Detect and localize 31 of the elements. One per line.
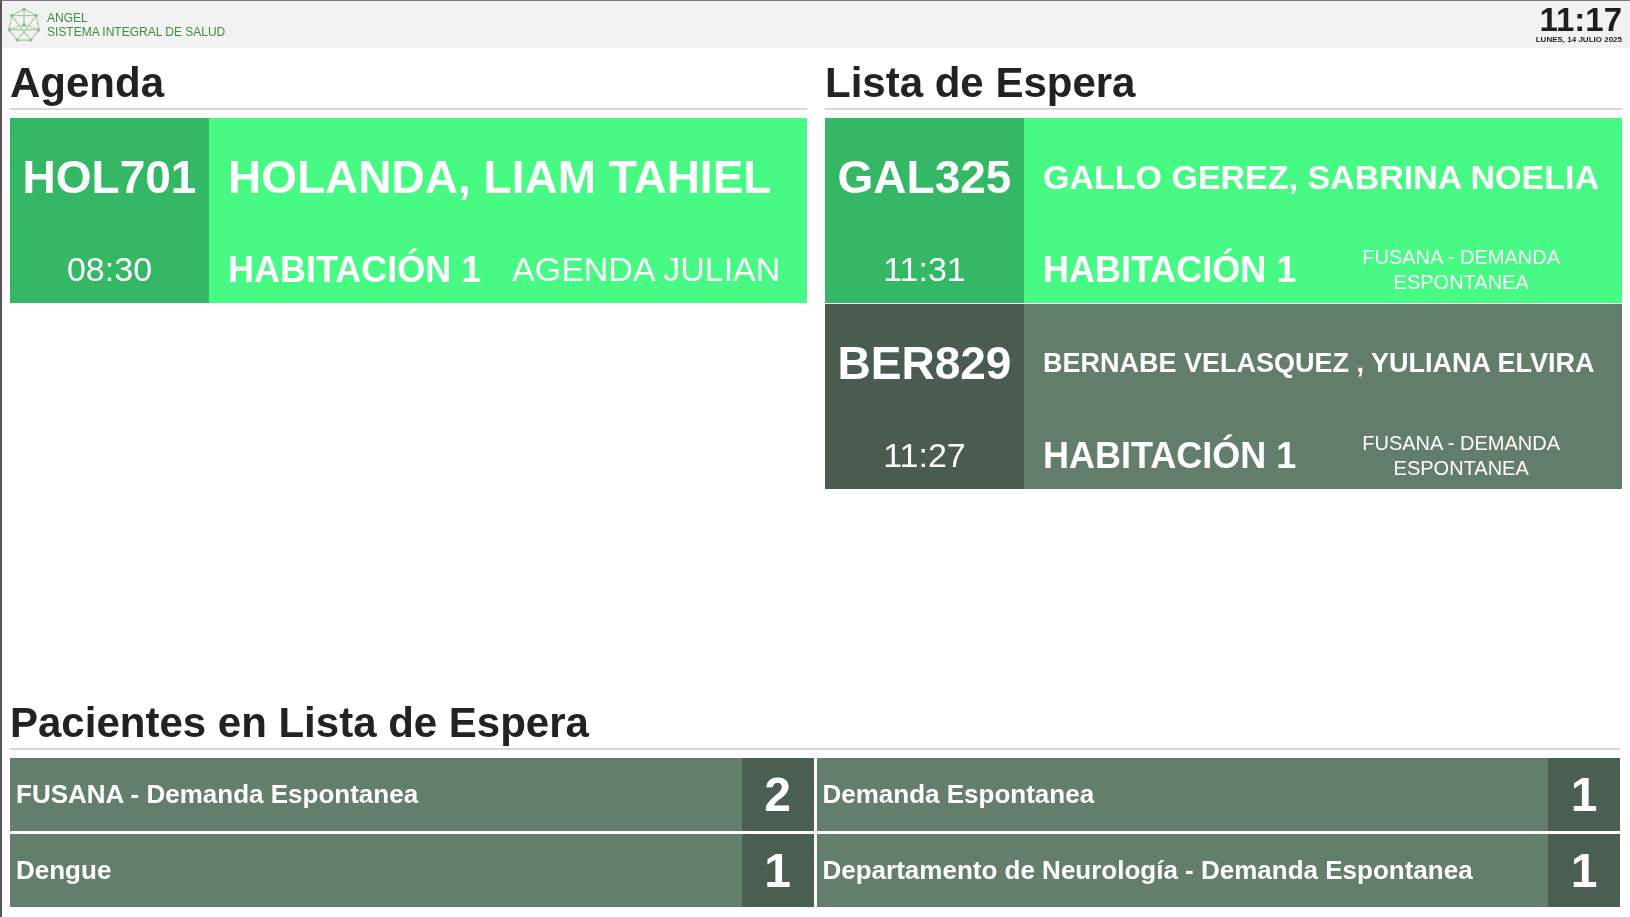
waiting-count-cell: 1 [1548,834,1620,907]
clock-time: 11:17 [1539,4,1622,35]
room-label: HABITACIÓN 1 [1043,434,1297,477]
call-time: 11:27 [883,436,966,475]
waiting-service-cell: Dengue [10,834,742,907]
service-label: FUSANA - DEMANDA ESPONTANEA [1361,244,1562,295]
waiting-service-cell: FUSANA - Demanda Espontanea [10,758,742,831]
waiting-service-cell: Departamento de Neurología - Demanda Espontanea [816,834,1548,907]
service-label: AGENDA JULIAN [511,250,782,289]
section-title: Lista de Espera [825,58,1622,110]
waiting-service-cell: Demanda Espontanea [816,758,1548,831]
brand-subtitle: SISTEMA INTEGRAL DE SALUD [47,24,226,39]
patient-code: BER829 [837,336,1012,390]
patient-code: GAL325 [837,150,1012,204]
waiting-count-cell: 2 [741,758,814,831]
service-label: FUSANA - DEMANDA ESPONTANEA [1361,430,1562,481]
patient-name: HOLANDA, LIAM TAHIEL [228,150,772,204]
patient-name: BERNABE VELASQUEZ , YULIANA ELVIRA [1043,347,1595,379]
room-label: HABITACIÓN 1 [1043,248,1297,291]
section-title: Agenda [10,58,807,110]
polygon-network-icon [7,6,41,43]
clock-date: LUNES, 14 JULIO 2025 [1535,34,1622,45]
patient-name: GALLO GEREZ, SABRINA NOELIA [1043,157,1599,197]
waiting-count-cell: 1 [741,834,814,907]
call-time: 11:31 [883,250,966,289]
brand-name: ANGEL [47,10,89,25]
waiting-count-cell: 1 [1548,758,1620,831]
patient-code: HOL701 [22,150,197,204]
section-title: Pacientes en Lista de Espera [10,698,1620,750]
call-time: 08:30 [66,250,153,289]
room-label: HABITACIÓN 1 [228,248,482,291]
